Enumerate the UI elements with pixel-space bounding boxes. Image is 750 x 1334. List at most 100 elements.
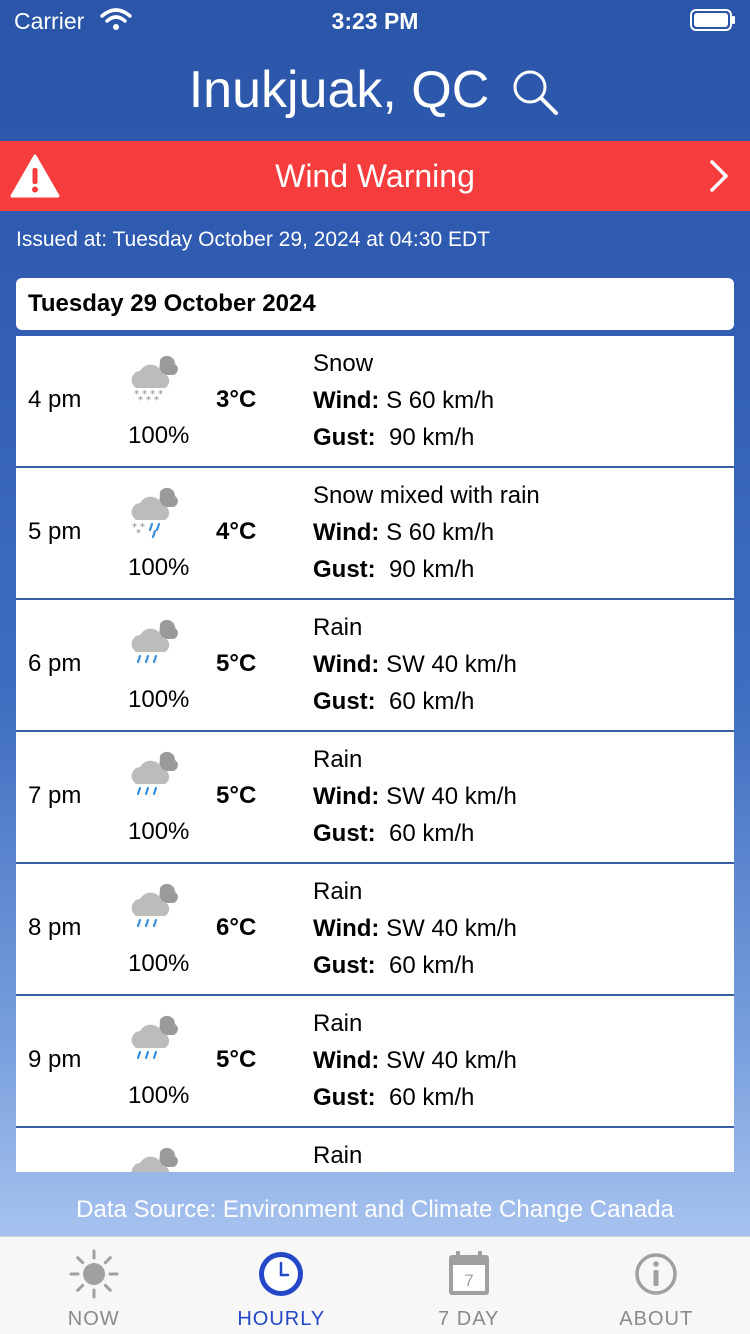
wind-value: SW 40 km/h xyxy=(386,915,517,942)
wind-label: Wind: xyxy=(313,915,380,942)
warning-label: Wind Warning xyxy=(275,157,475,194)
precip-probability: 100% xyxy=(128,422,190,449)
forecast-date: Tuesday 29 October 2024 xyxy=(28,290,316,317)
rain-cloud-icon xyxy=(131,619,178,664)
svg-text:*: * xyxy=(146,395,151,406)
hour-condition: Rain xyxy=(313,746,363,773)
hour-temperature: 4°C xyxy=(216,518,257,545)
rain-cloud-icon xyxy=(131,1147,178,1172)
sun-icon xyxy=(69,1249,119,1299)
tab-label: 7 DAY xyxy=(438,1308,500,1330)
hour-gust: Gust: 60 km/h xyxy=(313,688,474,716)
wind-label: Wind: xyxy=(313,519,380,546)
wind-label: Wind: xyxy=(313,651,380,678)
hour-wind: Wind: S 60 km/h xyxy=(313,387,494,415)
gust-value: 90 km/h xyxy=(389,424,475,451)
data-source-text: Data Source: Environment and Climate Cha… xyxy=(76,1196,674,1223)
tab-hourly[interactable]: HOURLY xyxy=(188,1237,376,1334)
hour-row: Rain xyxy=(16,1128,734,1172)
tab-7-day[interactable]: 7 7 DAY xyxy=(375,1237,563,1334)
clock-icon xyxy=(259,1252,304,1296)
precip-probability: 100% xyxy=(128,950,190,977)
tab-label: HOURLY xyxy=(237,1308,326,1330)
hour-time: 5 pm xyxy=(28,518,82,545)
gust-label: Gust: xyxy=(313,952,376,979)
tab-bar: NOW HOURLY 7 7 DAY ABOUT xyxy=(0,1236,750,1334)
wind-warning-banner[interactable]: Wind Warning xyxy=(0,141,750,211)
hour-row: 5 pm * * * 100% 4°C Snow mixed with rain W… xyxy=(16,468,734,600)
svg-text:*: * xyxy=(154,395,159,406)
hour-row: 7 pm 100% 5°C Rain Wind: SW 40 km/h Gust… xyxy=(16,732,734,864)
tab-about[interactable]: ABOUT xyxy=(563,1237,750,1334)
hour-temperature: 5°C xyxy=(216,1046,257,1073)
hour-condition: Rain xyxy=(313,1142,363,1169)
hour-gust: Gust: 90 km/h xyxy=(313,424,474,452)
battery-icon xyxy=(690,9,735,31)
hour-row: 9 pm 100% 5°C Rain Wind: SW 40 km/h Gust… xyxy=(16,996,734,1128)
hour-wind: Wind: SW 40 km/h xyxy=(313,1047,517,1075)
hour-time: 9 pm xyxy=(28,1046,82,1073)
wind-label: Wind: xyxy=(313,783,380,810)
chevron-right-icon xyxy=(710,160,728,192)
search-icon[interactable] xyxy=(509,66,561,118)
hour-time: 8 pm xyxy=(28,914,82,941)
hour-condition: Rain xyxy=(313,1010,363,1037)
precip-probability: 100% xyxy=(128,818,190,845)
gust-label: Gust: xyxy=(313,424,376,451)
hour-time: 6 pm xyxy=(28,650,82,677)
wind-value: SW 40 km/h xyxy=(386,1047,517,1074)
forecast-date-header: Tuesday 29 October 2024 xyxy=(16,278,734,330)
hour-gust: Gust: 60 km/h xyxy=(313,952,474,980)
hour-temperature: 6°C xyxy=(216,914,257,941)
hour-wind: Wind: SW 40 km/h xyxy=(313,651,517,679)
precip-probability: 100% xyxy=(128,1082,190,1109)
gust-value: 60 km/h xyxy=(389,952,475,979)
snow-cloud-icon: * * * ** * * xyxy=(131,355,178,406)
precip-probability: 100% xyxy=(128,686,190,713)
rain-cloud-icon xyxy=(131,1015,178,1060)
gust-label: Gust: xyxy=(313,820,376,847)
hour-wind: Wind: SW 40 km/h xyxy=(313,915,517,943)
hour-time: 4 pm xyxy=(28,386,82,413)
hour-temperature: 3°C xyxy=(216,386,257,413)
hour-temperature: 5°C xyxy=(216,782,257,809)
hour-condition: Rain xyxy=(313,614,363,641)
tab-label: NOW xyxy=(67,1308,120,1330)
hour-temperature: 5°C xyxy=(216,650,257,677)
gust-value: 60 km/h xyxy=(389,820,475,847)
wind-value: SW 40 km/h xyxy=(386,783,517,810)
rain-cloud-icon xyxy=(131,883,178,928)
hour-row: 4 pm * * * * * * * 100% 3°C Snow Wind: S 60 km… xyxy=(16,336,734,468)
clock-time: 3:23 PM xyxy=(331,8,419,34)
hour-condition: Rain xyxy=(313,878,363,905)
svg-text:*: * xyxy=(138,395,143,406)
issued-at-text: Issued at: Tuesday October 29, 2024 at 0… xyxy=(16,228,490,251)
svg-text:*: * xyxy=(136,528,141,539)
hour-time: 7 pm xyxy=(28,782,82,809)
hour-condition: Snow xyxy=(313,350,374,377)
rain-cloud-icon xyxy=(131,751,178,796)
hour-gust: Gust: 90 km/h xyxy=(313,556,474,584)
wind-label: Wind: xyxy=(313,387,380,414)
wind-value: S 60 km/h xyxy=(386,519,495,546)
tab-now[interactable]: NOW xyxy=(0,1237,188,1334)
gust-value: 60 km/h xyxy=(389,1084,475,1111)
info-icon xyxy=(635,1253,677,1295)
gust-label: Gust: xyxy=(313,1084,376,1111)
snow-rain-cloud-icon: * ** xyxy=(131,487,178,539)
hour-wind: Wind: SW 40 km/h xyxy=(313,783,517,811)
gust-value: 90 km/h xyxy=(389,556,475,583)
gust-value: 60 km/h xyxy=(389,688,475,715)
calendar-icon: 7 xyxy=(448,1251,489,1295)
wind-value: S 60 km/h xyxy=(386,387,495,414)
precip-probability: 100% xyxy=(128,554,190,581)
city-header: Inukjuak, QC xyxy=(0,40,750,140)
hour-gust: Gust: 60 km/h xyxy=(313,820,474,848)
hour-row: 8 pm 100% 6°C Rain Wind: SW 40 km/h Gust… xyxy=(16,864,734,996)
hour-condition: Snow mixed with rain xyxy=(313,482,540,509)
hourly-forecast-list[interactable]: 4 pm * * * * * * * 100% 3°C Snow Wind: S 60 km… xyxy=(16,336,734,1172)
tab-label: ABOUT xyxy=(619,1308,694,1330)
wind-label: Wind: xyxy=(313,1047,380,1074)
hour-row: 6 pm 100% 5°C Rain Wind: SW 40 km/h Gust… xyxy=(16,600,734,732)
gust-label: Gust: xyxy=(313,688,376,715)
